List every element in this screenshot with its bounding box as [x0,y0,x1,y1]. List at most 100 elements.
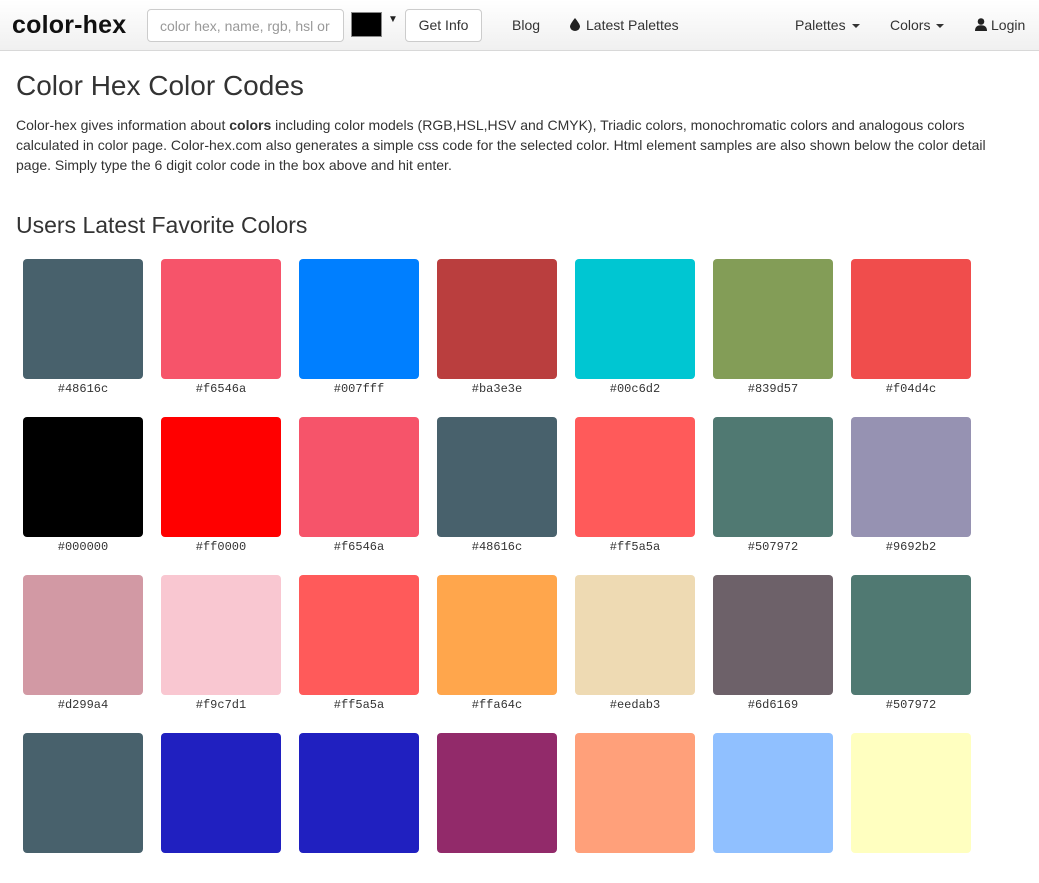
color-tile[interactable] [23,733,143,883]
color-tile[interactable]: #ba3e3e [437,259,557,409]
caret-down-icon [936,24,945,29]
nav-blog-label: Blog [512,17,541,33]
color-tile[interactable]: #00c6d2 [575,259,695,409]
color-swatch[interactable] [437,733,557,853]
color-tile[interactable]: #f6546a [299,417,419,567]
color-swatch[interactable] [23,575,143,695]
nav-colors-label: Colors [890,17,931,33]
color-code-label[interactable]: #000000 [23,540,143,554]
nav-palettes-dropdown[interactable]: Palettes [795,17,860,33]
color-code-label[interactable]: #507972 [713,540,833,554]
nav-latest-palettes[interactable]: Latest Palettes [570,17,679,33]
page-title: Color Hex Color Codes [16,70,304,101]
color-swatch[interactable] [713,259,833,379]
color-code-label[interactable]: #ba3e3e [437,382,557,396]
nav-palettes-label: Palettes [795,17,846,33]
color-code-label[interactable]: #d299a4 [23,698,143,712]
nav-login-label: Login [991,17,1026,33]
color-code-label[interactable]: #f6546a [161,382,281,396]
get-info-button[interactable]: Get Info [405,9,482,42]
color-tile[interactable]: #007fff [299,259,419,409]
color-swatch[interactable] [437,259,557,379]
color-swatch[interactable] [23,733,143,853]
color-tile[interactable]: #ff5a5a [299,575,419,725]
color-code-label[interactable]: #48616c [437,540,557,554]
color-tile[interactable]: #f9c7d1 [161,575,281,725]
color-swatch[interactable] [437,417,557,537]
color-swatch[interactable] [299,417,419,537]
nav-colors-dropdown[interactable]: Colors [890,17,945,33]
color-code-label[interactable]: #f9c7d1 [161,698,281,712]
section-title: Users Latest Favorite Colors [16,212,308,238]
color-swatch[interactable] [851,259,971,379]
color-picker[interactable]: ▼ [351,12,401,38]
color-code-label[interactable]: #007fff [299,382,419,396]
color-tile[interactable]: #507972 [713,417,833,567]
color-tile[interactable]: #507972 [851,575,971,725]
color-picker-swatch[interactable] [351,12,382,37]
color-code-label[interactable]: #ff0000 [161,540,281,554]
color-tile[interactable]: #f6546a [161,259,281,409]
brand-logo[interactable]: color-hex [12,11,126,40]
color-swatch[interactable] [437,575,557,695]
color-code-label[interactable]: #eedab3 [575,698,695,712]
color-tile[interactable] [851,733,971,883]
caret-down-icon [851,24,860,29]
color-swatch[interactable] [713,575,833,695]
color-code-label[interactable]: #9692b2 [851,540,971,554]
color-tile[interactable]: #48616c [23,259,143,409]
nav-login[interactable]: Login [975,17,1025,33]
color-tile[interactable] [575,733,695,883]
color-tile[interactable]: #ff0000 [161,417,281,567]
color-swatch[interactable] [299,575,419,695]
color-tile[interactable] [437,733,557,883]
color-tile[interactable]: #6d6169 [713,575,833,725]
intro-text-bold: colors [229,117,272,133]
color-swatch[interactable] [851,733,971,853]
color-tile[interactable]: #48616c [437,417,557,567]
color-swatch[interactable] [161,259,281,379]
color-tile[interactable]: #839d57 [713,259,833,409]
color-swatch[interactable] [575,575,695,695]
color-swatch[interactable] [713,417,833,537]
search-input[interactable] [147,9,344,42]
color-swatch[interactable] [161,733,281,853]
color-tile[interactable] [713,733,833,883]
color-code-label[interactable]: #f6546a [299,540,419,554]
chevron-down-icon[interactable]: ▼ [388,14,398,25]
color-swatch[interactable] [161,575,281,695]
color-swatch[interactable] [299,259,419,379]
color-tile[interactable] [299,733,419,883]
color-swatch[interactable] [161,417,281,537]
nav-blog[interactable]: Blog [512,17,540,33]
color-swatch[interactable] [23,259,143,379]
color-code-label[interactable]: #00c6d2 [575,382,695,396]
color-tile[interactable]: #d299a4 [23,575,143,725]
color-tile[interactable]: #f04d4c [851,259,971,409]
color-code-label[interactable]: #ff5a5a [299,698,419,712]
color-code-label[interactable]: #839d57 [713,382,833,396]
color-code-label[interactable]: #6d6169 [713,698,833,712]
color-swatch[interactable] [575,417,695,537]
intro-text-part: Color-hex gives information about [16,117,230,133]
color-tile[interactable]: #9692b2 [851,417,971,567]
drop-icon [570,18,580,31]
color-swatch[interactable] [23,417,143,537]
color-swatch[interactable] [851,575,971,695]
color-code-label[interactable]: #ff5a5a [575,540,695,554]
color-code-label[interactable]: #ffa64c [437,698,557,712]
color-swatch[interactable] [713,733,833,853]
color-code-label[interactable]: #f04d4c [851,382,971,396]
color-tile[interactable]: #ffa64c [437,575,557,725]
color-tile[interactable]: #eedab3 [575,575,695,725]
color-swatch[interactable] [575,733,695,853]
color-code-label[interactable]: #507972 [851,698,971,712]
color-tile[interactable] [161,733,281,883]
color-tile[interactable]: #ff5a5a [575,417,695,567]
color-swatch[interactable] [299,733,419,853]
color-code-label[interactable]: #48616c [23,382,143,396]
color-swatch[interactable] [851,417,971,537]
color-swatch[interactable] [575,259,695,379]
navbar: color-hex ▼ Get Info Blog Latest Palette… [0,0,1039,51]
color-tile[interactable]: #000000 [23,417,143,567]
